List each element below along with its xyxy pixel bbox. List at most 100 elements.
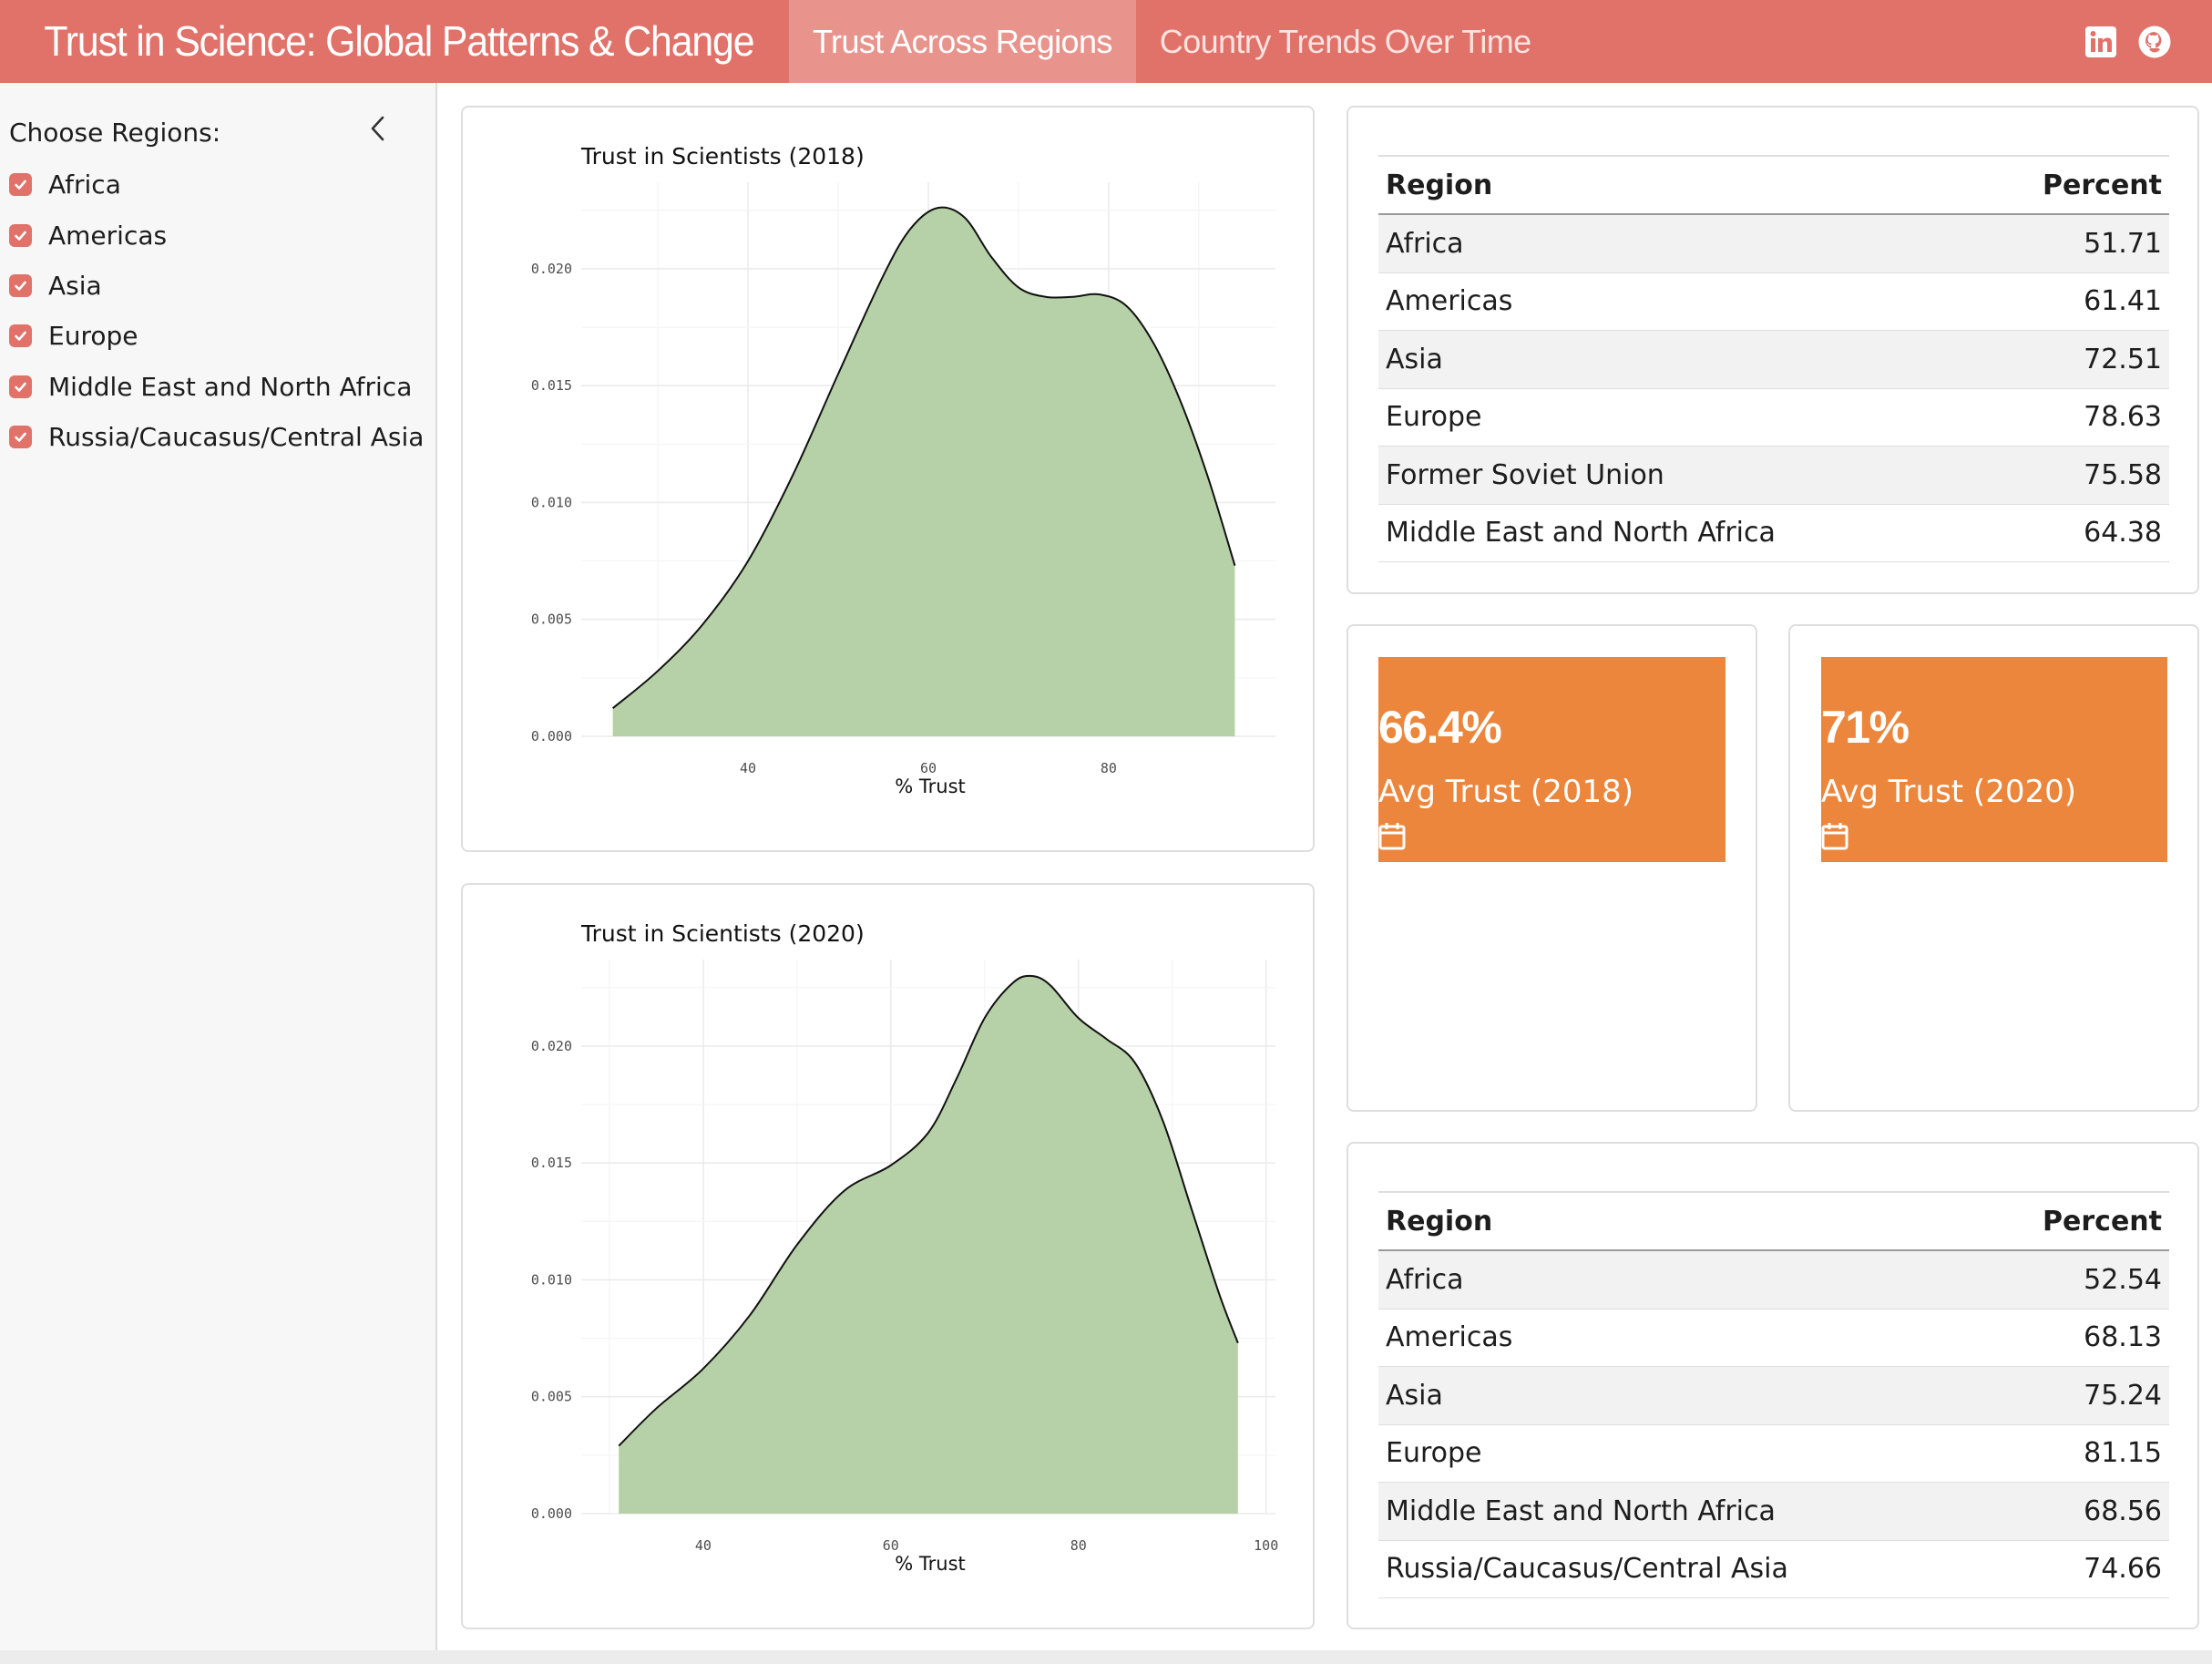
github-icon[interactable] (2137, 25, 2172, 59)
region-cell: Africa (1378, 214, 1973, 273)
percent-cell: 64.38 (1972, 504, 2169, 562)
percent-cell: 81.15 (1977, 1424, 2169, 1483)
percent-cell: 78.63 (1972, 388, 2169, 447)
nav-icons (2084, 0, 2172, 83)
y-tick-label: 0.015 (531, 377, 572, 394)
percent-cell: 51.71 (1972, 214, 2169, 273)
tab-trust-across-regions[interactable]: Trust Across Regions (789, 0, 1136, 83)
density-plot-card-2018: 0.000 0.005 0.010 0.015 0.020 40 60 80 Trust in … (461, 106, 1315, 852)
sidebar: Choose Regions: Africa Americas Asia Eur… (0, 83, 437, 1650)
density-area (612, 207, 1235, 736)
app-title: Trust in Science: Global Patterns & Chan… (44, 17, 754, 65)
x-tick-label: 80 (1101, 760, 1117, 776)
y-tick-label: 0.000 (531, 728, 572, 745)
checkbox-checked-icon[interactable] (9, 223, 32, 247)
x-axis-label: % Trust (895, 776, 966, 797)
region-cell: Americas (1378, 1309, 1978, 1367)
region-cell: Europe (1378, 388, 1973, 447)
region-cell: Americas (1378, 272, 1973, 331)
percent-cell: 72.51 (1972, 330, 2169, 389)
region-table-2018: Region Percent Africa 51.71 Americas 61.41 A… (1378, 155, 2169, 562)
collapse-sidebar-button[interactable] (364, 110, 392, 147)
region-cell: Africa (1378, 1250, 1978, 1310)
table-row: Africa 51.71 (1378, 214, 2169, 273)
percent-cell: 61.41 (1972, 272, 2169, 331)
value-box-card-2020: 71% Avg Trust (2020) (1788, 624, 2199, 1112)
density-plot-2018: 0.000 0.005 0.010 0.015 0.020 40 60 80 Trust in … (531, 143, 1275, 797)
y-tick-label: 0.005 (531, 611, 572, 628)
column-header-percent[interactable]: Percent (1972, 155, 2169, 215)
table-row: Asia 75.24 (1378, 1366, 2169, 1425)
column-header-percent[interactable]: Percent (1977, 1191, 2169, 1251)
region-checkbox-mena[interactable]: Middle East and North Africa (9, 362, 424, 412)
linkedin-icon[interactable] (2084, 26, 2117, 58)
region-cell: Middle East and North Africa (1378, 1482, 1978, 1541)
table-row: Russia/Caucasus/Central Asia 74.66 (1378, 1540, 2169, 1598)
checkbox-checked-icon[interactable] (9, 324, 32, 348)
region-label: Africa (48, 169, 121, 200)
y-tick-label: 0.005 (531, 1389, 572, 1405)
region-label: Middle East and North Africa (48, 371, 413, 402)
checkbox-checked-icon[interactable] (9, 173, 32, 197)
horizontal-scrollbar[interactable] (0, 1650, 2212, 1664)
region-checkbox-asia[interactable]: Asia (9, 261, 424, 311)
y-tick-label: 0.020 (531, 1038, 572, 1054)
table-row: Middle East and North Africa 64.38 (1378, 504, 2169, 562)
navbar: Trust in Science: Global Patterns & Chan… (0, 0, 2212, 83)
calendar-icon (1821, 821, 1848, 854)
table-row: Asia 72.51 (1378, 330, 2169, 389)
column-header-region[interactable]: Region (1378, 1191, 1978, 1251)
table-row: Europe 81.15 (1378, 1424, 2169, 1483)
region-table-card-2018: Region Percent Africa 51.71 Americas 61.41 A… (1347, 106, 2199, 594)
percent-cell: 68.13 (1977, 1309, 2169, 1367)
region-checkbox-americas[interactable]: Americas (9, 210, 424, 260)
region-table-card-2020: Region Percent Africa 52.54 Americas 68.13 A… (1347, 1142, 2199, 1629)
value-box-avg-trust-2018: 66.4% Avg Trust (2018) (1378, 657, 1726, 862)
calendar-icon (1378, 821, 1406, 854)
checkbox-checked-icon[interactable] (9, 375, 32, 398)
value-box-card-2018: 66.4% Avg Trust (2018) (1347, 624, 1757, 1112)
region-cell: Asia (1378, 1366, 1978, 1425)
region-cell: Asia (1378, 330, 1973, 389)
y-tick-label: 0.010 (531, 494, 572, 510)
density-area (619, 975, 1238, 1514)
value-box-value: 71% (1821, 702, 1910, 753)
region-checkbox-europe[interactable]: Europe (9, 311, 424, 361)
x-tick-label: 40 (740, 760, 756, 776)
value-box-label: Avg Trust (2020) (1821, 774, 2076, 810)
checkbox-checked-icon[interactable] (9, 273, 32, 297)
region-checkbox-africa[interactable]: Africa (9, 159, 424, 210)
chart-title: Trust in Scientists (2018) (580, 143, 865, 169)
percent-cell: 68.56 (1977, 1482, 2169, 1541)
value-box-value: 66.4% (1378, 702, 1502, 753)
region-label: Russia/Caucasus/Central Asia (48, 422, 425, 453)
region-cell: Russia/Caucasus/Central Asia (1378, 1540, 1978, 1598)
density-plot-card-2020: 0.000 0.005 0.010 0.015 0.020 40 60 80 100 Trust … (461, 883, 1315, 1629)
x-axis-label: % Trust (895, 1553, 966, 1575)
checkbox-checked-icon[interactable] (9, 426, 32, 449)
y-tick-label: 0.015 (531, 1155, 572, 1171)
region-checkbox-russia-caucasus[interactable]: Russia/Caucasus/Central Asia (9, 412, 424, 462)
table-row: Americas 61.41 (1378, 272, 2169, 331)
table-row: Africa 52.54 (1378, 1250, 2169, 1310)
x-tick-label: 80 (1070, 1537, 1087, 1554)
x-tick-label: 40 (695, 1537, 712, 1554)
x-tick-label: 60 (920, 760, 937, 776)
y-tick-label: 0.010 (531, 1271, 572, 1288)
region-label: Americas (48, 220, 168, 251)
column-header-region[interactable]: Region (1378, 155, 1973, 215)
table-row: Middle East and North Africa 68.56 (1378, 1482, 2169, 1541)
percent-cell: 74.66 (1977, 1540, 2169, 1598)
table-row: Europe 78.63 (1378, 388, 2169, 447)
x-tick-label: 60 (883, 1537, 899, 1554)
region-table-2020: Region Percent Africa 52.54 Americas 68.13 A… (1378, 1191, 2169, 1598)
density-plot-2020: 0.000 0.005 0.010 0.015 0.020 40 60 80 100 Trust … (531, 920, 1278, 1575)
x-tick-label: 100 (1254, 1537, 1278, 1554)
chevron-left-icon (371, 116, 384, 141)
percent-cell: 75.24 (1977, 1366, 2169, 1425)
region-label: Europe (48, 321, 138, 352)
value-box-label: Avg Trust (2018) (1378, 774, 1633, 810)
region-label: Asia (48, 270, 102, 301)
table-row: Former Soviet Union 75.58 (1378, 446, 2169, 505)
tab-country-trends[interactable]: Country Trends Over Time (1136, 0, 1555, 83)
